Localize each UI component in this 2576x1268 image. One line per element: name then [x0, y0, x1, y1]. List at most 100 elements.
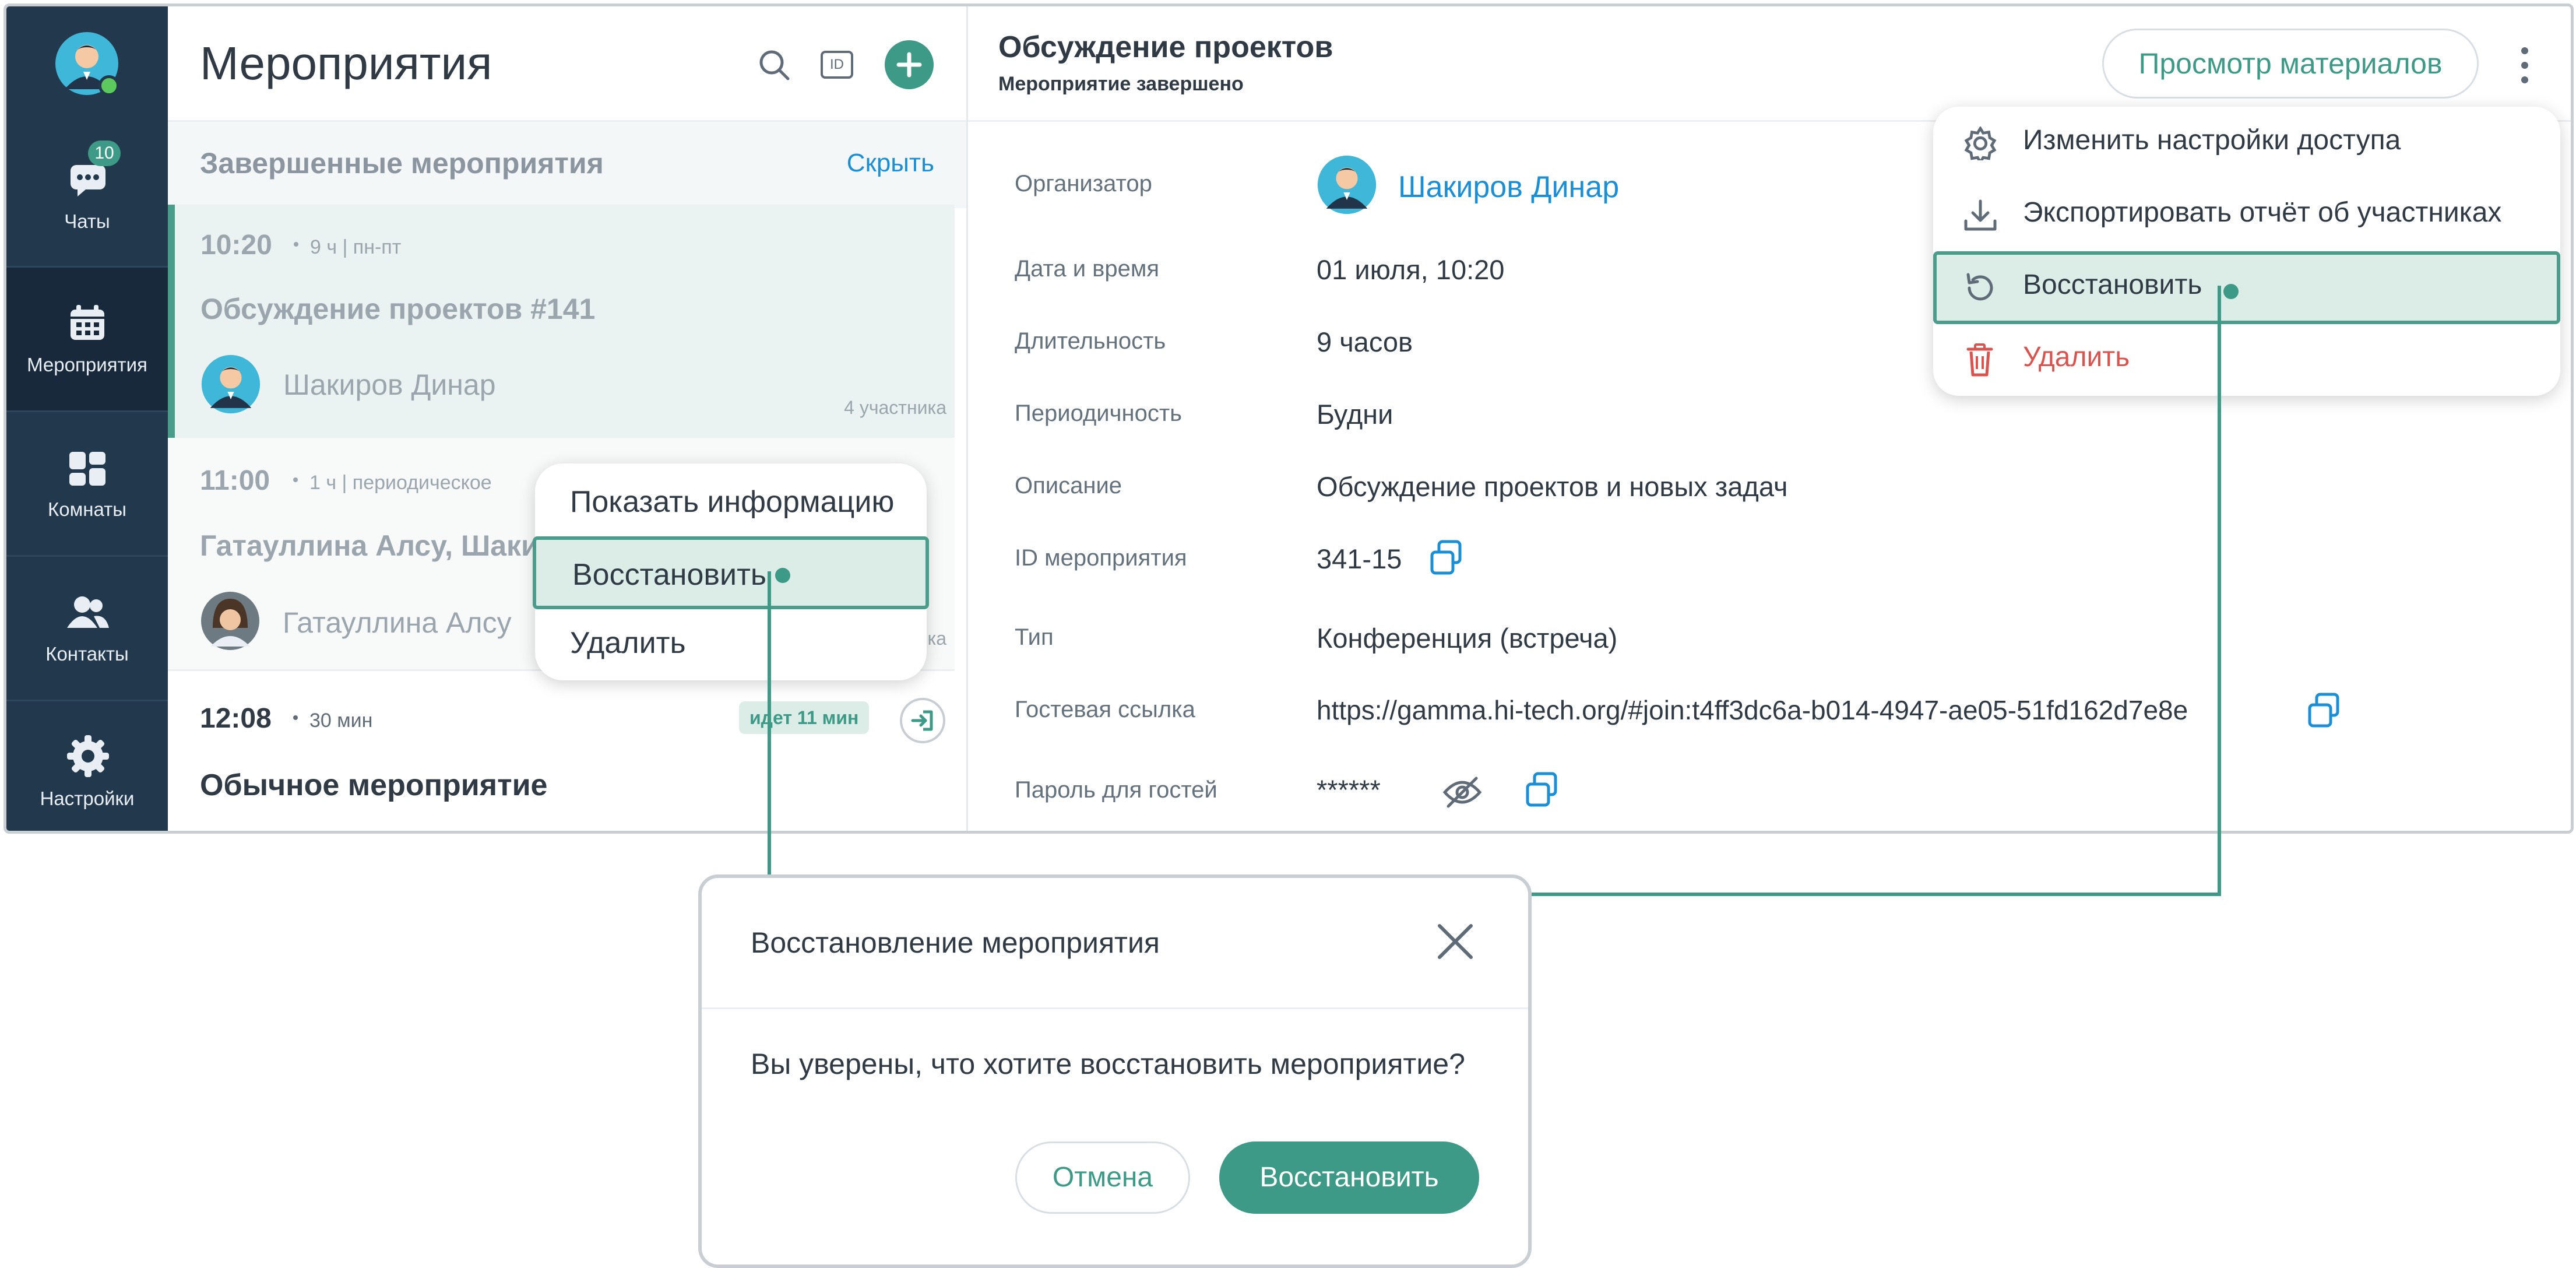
- menu-item-delete[interactable]: Удалить: [1933, 324, 2560, 396]
- event-more-menu: Изменить настройки доступа Экспортироват…: [1933, 107, 2560, 396]
- restore-icon: [1966, 273, 1993, 301]
- callout-line: [1532, 893, 2221, 896]
- field-label: Тип: [1015, 624, 1054, 650]
- avatar: [201, 592, 259, 650]
- sidebar-item-settings[interactable]: Настройки: [6, 701, 168, 831]
- dialog-title: Восстановление мероприятия: [751, 926, 1160, 959]
- sidebar-item-events[interactable]: Мероприятия: [6, 268, 168, 410]
- event-row[interactable]: 10:20 9 ч | пн-пт Обсуждение проектов #1…: [168, 205, 955, 438]
- rooms-icon: [69, 452, 105, 486]
- event-person: Шакиров Динар: [283, 368, 496, 401]
- view-materials-button[interactable]: Просмотр материалов: [2102, 29, 2479, 99]
- event-context-menu: Показать информацию Восстановить Удалить: [533, 463, 929, 682]
- field-value: Обсуждение проектов и новых задач: [1317, 471, 1788, 502]
- field-label: ID мероприятия: [1015, 545, 1187, 571]
- add-event-button[interactable]: [885, 40, 934, 89]
- field-label: Организатор: [1015, 171, 1152, 196]
- copy-icon[interactable]: [1524, 771, 1559, 809]
- callout-line: [2218, 286, 2221, 896]
- event-meta: 9 ч | пн-пт: [310, 236, 402, 258]
- field-value: Конференция (встреча): [1317, 623, 1618, 654]
- callout-dot: [775, 568, 790, 583]
- callout-line: [768, 571, 771, 874]
- enter-icon: [911, 710, 933, 731]
- menu-item-show-info[interactable]: Показать информацию: [535, 463, 927, 536]
- menu-item-restore[interactable]: Восстановить: [1933, 251, 2560, 324]
- menu-item-delete[interactable]: Удалить: [535, 609, 927, 682]
- completed-events-section: Завершенные мероприятия Скрыть: [168, 122, 966, 208]
- event-status-badge: идет 11 мин: [739, 701, 870, 734]
- callout-dot: [2223, 284, 2239, 299]
- event-time: 12:08: [200, 703, 272, 734]
- field-label: Гостевая ссылка: [1015, 697, 1195, 722]
- menu-item-restore[interactable]: Восстановить: [533, 536, 929, 609]
- calendar-icon: [71, 305, 104, 340]
- field-label: Периодичность: [1015, 401, 1182, 426]
- organizer-avatar: [1317, 155, 1377, 215]
- avatar: [201, 354, 261, 414]
- online-status-icon: [98, 75, 119, 96]
- event-detail-panel: Обсуждение проектов Мероприятие завершен…: [968, 6, 2571, 831]
- event-participants: ка: [927, 628, 947, 649]
- field-value: Будни: [1317, 399, 1393, 430]
- sidebar-item-chats[interactable]: 10 Чаты: [6, 123, 168, 266]
- sidebar-item-label: Контакты: [45, 643, 129, 665]
- organizer-link[interactable]: Шакиров Динар: [1398, 170, 1619, 205]
- event-row[interactable]: 12:08 30 мин идет 11 мин Обычное меропри…: [168, 671, 955, 831]
- events-list-panel: Мероприятия ID Завершенные мероприятия С…: [168, 6, 968, 831]
- page-title: Мероприятия: [200, 37, 492, 89]
- id-search-button[interactable]: ID: [821, 51, 853, 79]
- restore-event-dialog: Восстановление мероприятия Вы уверены, ч…: [698, 874, 1532, 1268]
- copy-icon[interactable]: [2306, 692, 2341, 729]
- event-time: 11:00: [200, 465, 270, 496]
- event-participants: 4 участника: [844, 397, 946, 418]
- field-value: 9 часов: [1317, 326, 1413, 357]
- event-title: Обычное мероприятие: [200, 768, 548, 802]
- event-meta-dot: [293, 715, 298, 720]
- sidebar-item-label: Настройки: [40, 788, 135, 809]
- menu-item-access-settings[interactable]: Изменить настройки доступа: [1933, 107, 2560, 180]
- event-meta: 30 мин: [309, 709, 373, 732]
- more-options-icon[interactable]: [2516, 45, 2533, 86]
- sidebar-item-label: Чаты: [64, 210, 110, 232]
- event-title: Гатауллина Алсу, Шаки: [200, 529, 539, 562]
- eye-off-icon[interactable]: [1441, 775, 1483, 810]
- download-icon: [1964, 199, 1997, 231]
- event-detail-title: Обсуждение проектов: [998, 30, 1333, 64]
- cancel-button[interactable]: Отмена: [1015, 1141, 1190, 1214]
- field-label: Пароль для гостей: [1015, 777, 1217, 803]
- event-meta-dot: [293, 477, 298, 482]
- trash-icon: [1966, 343, 1993, 377]
- event-meta-dot: [294, 242, 298, 247]
- gear-icon: [1964, 127, 1997, 160]
- event-meta: 1 ч | периодическое: [309, 472, 492, 494]
- event-time: 10:20: [200, 230, 272, 261]
- sidebar-item-rooms[interactable]: Комнаты: [6, 412, 168, 555]
- chats-unread-badge: 10: [88, 141, 121, 166]
- section-title: Завершенные мероприятия: [200, 147, 604, 180]
- sidebar: 10 Чаты Мероприятия Комнаты Контакты Нас…: [6, 6, 168, 831]
- search-icon[interactable]: [758, 48, 790, 81]
- sidebar-item-label: Мероприятия: [27, 354, 147, 375]
- user-avatar[interactable]: [54, 31, 119, 96]
- field-label: Длительность: [1015, 328, 1166, 354]
- field-value: 341-15: [1317, 543, 1402, 574]
- sidebar-item-label: Комнаты: [48, 498, 126, 520]
- hide-section-link[interactable]: Скрыть: [847, 149, 934, 178]
- sidebar-item-contacts[interactable]: Контакты: [6, 557, 168, 700]
- dialog-divider: [702, 1007, 1528, 1009]
- join-event-button[interactable]: [900, 698, 945, 743]
- plus-icon: [896, 52, 922, 78]
- field-label: Дата и время: [1015, 256, 1160, 282]
- menu-item-export-report[interactable]: Экспортировать отчёт об участниках: [1933, 179, 2560, 252]
- event-detail-subtitle: Мероприятие завершено: [998, 73, 1244, 95]
- close-icon[interactable]: [1435, 921, 1476, 962]
- confirm-restore-button[interactable]: Восстановить: [1219, 1141, 1479, 1214]
- gear-icon: [67, 735, 109, 777]
- contacts-icon: [67, 596, 109, 628]
- event-title: Обсуждение проектов #141: [200, 293, 596, 325]
- event-person: Гатауллина Алсу: [283, 606, 512, 639]
- dialog-message: Вы уверены, что хотите восстановить меро…: [751, 1048, 1465, 1080]
- detail-header: Обсуждение проектов Мероприятие завершен…: [968, 6, 2571, 122]
- copy-icon[interactable]: [1428, 539, 1463, 577]
